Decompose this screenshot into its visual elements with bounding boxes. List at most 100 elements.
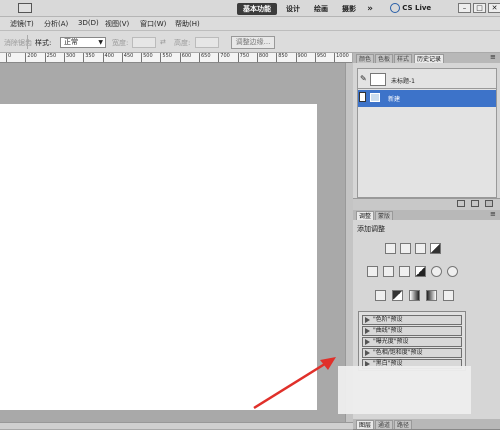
brightness-contrast-icon[interactable] (385, 243, 396, 254)
ruler-tick (83, 53, 85, 62)
swap-icon[interactable]: ⇄ (160, 38, 166, 46)
workspace-photography[interactable]: 摄影 (338, 3, 360, 15)
preset-levels[interactable]: "色阶"预设 (362, 315, 462, 325)
ruler-label: 750 (239, 53, 250, 59)
style-select-value: 正常 (64, 38, 78, 46)
selective-color-icon[interactable] (443, 290, 454, 301)
expand-triangle-icon (365, 317, 370, 323)
ruler-label: 800 (258, 53, 269, 59)
ruler-tick (25, 53, 27, 62)
threshold-icon[interactable] (409, 290, 420, 301)
maximize-button[interactable]: □ (473, 3, 486, 13)
menu-help[interactable]: 帮助(H) (175, 19, 200, 29)
ruler-tick (44, 53, 46, 62)
tab-channels[interactable]: 通道 (375, 420, 394, 429)
adjustments-title: 添加调整 (357, 225, 385, 233)
preset-label: "曝光度"预设 (373, 338, 409, 345)
ruler-label: 550 (162, 53, 172, 59)
ruler-tick (334, 53, 336, 62)
menu-window[interactable]: 窗口(W) (140, 19, 166, 29)
expand-triangle-icon (365, 339, 370, 345)
menu-analysis[interactable]: 分析(A) (44, 19, 68, 29)
cs-live-button[interactable]: CS Live (390, 3, 431, 15)
menu-filter[interactable]: 滤镜(T) (10, 19, 34, 29)
height-field[interactable] (195, 37, 219, 48)
width-label: 宽度: (112, 39, 129, 47)
ruler-label: 1000 (336, 53, 349, 59)
black-white-icon[interactable] (415, 266, 426, 277)
invert-icon[interactable] (375, 290, 386, 301)
channel-mixer-icon[interactable] (447, 266, 458, 277)
history-list: ✎ 未标题-1 新建 (357, 68, 497, 198)
ruler-tick (6, 53, 7, 62)
ruler-tick (256, 53, 258, 62)
menu-3d[interactable]: 3D(D) (78, 19, 99, 27)
exposure-icon[interactable] (430, 243, 441, 254)
history-snapshot[interactable]: ✎ 未标题-1 (358, 71, 496, 88)
obscured-region (338, 366, 471, 414)
hue-saturation-icon[interactable] (383, 266, 394, 277)
preset-hue-saturation[interactable]: "色相/饱和度"预设 (362, 348, 462, 358)
color-balance-icon[interactable] (399, 266, 410, 277)
delete-state-icon[interactable] (485, 200, 493, 207)
style-select[interactable]: 正常 ▼ (60, 37, 106, 48)
refine-edge-button[interactable]: 调整边缘... (231, 36, 275, 49)
preset-label: "色阶"预设 (373, 316, 403, 323)
minimize-button[interactable]: – (458, 3, 471, 13)
height-label: 高度: (174, 39, 191, 47)
workspace-design[interactable]: 设计 (282, 3, 304, 15)
panel-menu-icon[interactable]: ≡ (490, 53, 496, 61)
new-document-from-state-icon[interactable] (457, 200, 465, 207)
tab-swatches[interactable]: 色板 (375, 54, 394, 63)
tab-adjustments[interactable]: 调整 (356, 211, 375, 220)
panel-menu-icon[interactable]: ≡ (490, 210, 496, 218)
expand-triangle-icon (365, 350, 370, 356)
ruler-label: 950 (316, 53, 327, 59)
history-step[interactable]: 新建 (358, 90, 496, 107)
ruler-label: 200 (27, 53, 37, 59)
arrange-documents-icon[interactable] (18, 3, 32, 13)
divider (27, 35, 28, 49)
horizontal-scrollbar[interactable] (0, 422, 353, 429)
history-step-label: 新建 (388, 96, 401, 103)
menu-bar: 滤镜(T) 分析(A) 3D(D) 视图(V) 窗口(W) 帮助(H) (0, 17, 500, 31)
workspace-painting[interactable]: 绘画 (310, 3, 332, 15)
ruler-tick (121, 53, 123, 62)
width-field[interactable] (132, 37, 156, 48)
ruler-label: 500 (143, 53, 153, 59)
tab-color[interactable]: 颜色 (356, 54, 375, 63)
ruler-tick (237, 53, 239, 62)
expand-triangle-icon (365, 328, 370, 334)
tab-layers[interactable]: 图层 (356, 420, 375, 429)
ruler-label: 0 (8, 53, 12, 59)
new-snapshot-icon[interactable] (471, 200, 479, 207)
ruler-tick (141, 53, 143, 62)
menu-view[interactable]: 视图(V) (105, 19, 129, 29)
close-button[interactable]: ✕ (488, 3, 500, 13)
ruler-label: 250 (46, 53, 57, 59)
history-state-marker-icon (359, 92, 366, 102)
levels-icon[interactable] (400, 243, 411, 254)
snapshot-thumbnail (370, 73, 386, 86)
preset-exposure[interactable]: "曝光度"预设 (362, 337, 462, 347)
vibrance-icon[interactable] (367, 266, 378, 277)
snapshot-label: 未标题-1 (391, 78, 415, 85)
posterize-icon[interactable] (392, 290, 403, 301)
workspace-essentials[interactable]: 基本功能 (237, 3, 277, 15)
ruler-tick (295, 53, 297, 62)
preset-curves[interactable]: "曲线"预设 (362, 326, 462, 336)
more-workspaces-icon[interactable]: » (365, 3, 375, 15)
new-document-icon (370, 93, 380, 102)
brush-source-icon[interactable]: ✎ (360, 74, 367, 83)
tab-masks[interactable]: 蒙版 (375, 211, 394, 220)
tab-paths[interactable]: 路径 (394, 420, 413, 429)
gradient-map-icon[interactable] (426, 290, 437, 301)
ruler-label: 450 (123, 53, 134, 59)
ruler-tick (102, 53, 104, 62)
tab-styles[interactable]: 样式 (394, 54, 413, 63)
photo-filter-icon[interactable] (431, 266, 442, 277)
tab-history[interactable]: 历史记录 (414, 54, 445, 63)
cs-live-icon (390, 3, 400, 13)
ruler-tick (199, 53, 200, 62)
curves-icon[interactable] (415, 243, 426, 254)
